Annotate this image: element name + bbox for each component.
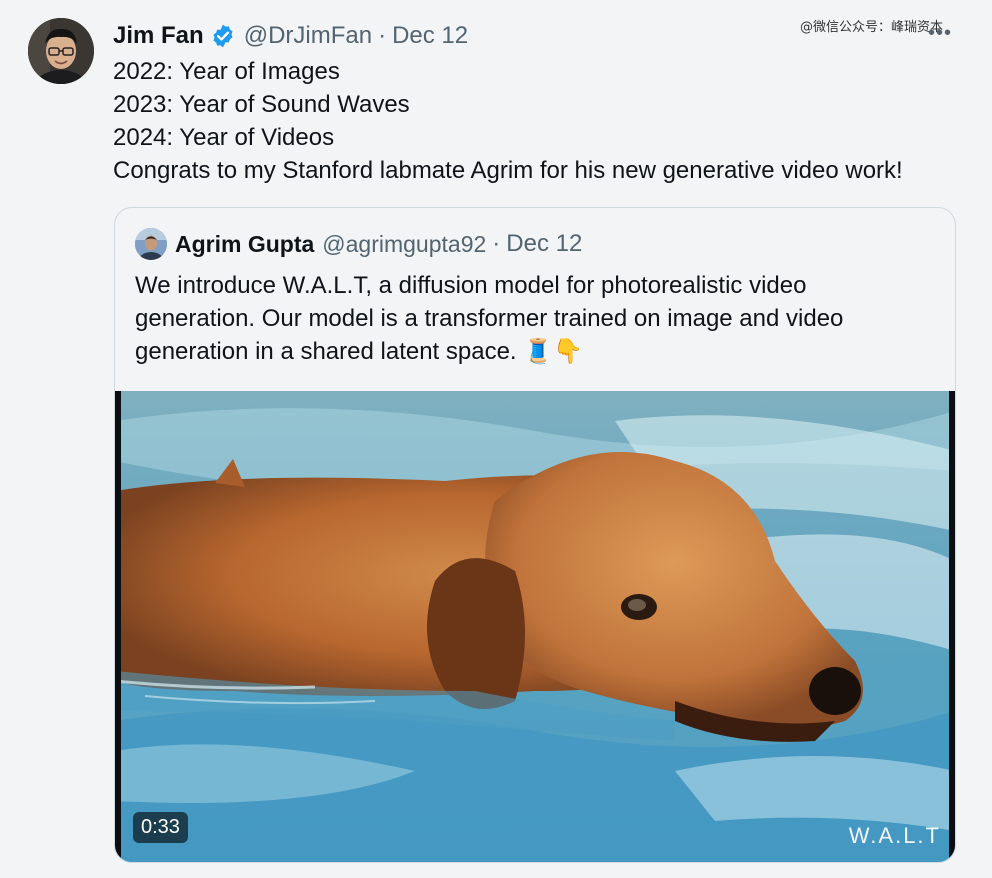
tweet-line: 2024: Year of Videos <box>113 124 335 151</box>
separator-dot: · <box>492 230 501 257</box>
tweet-text: 2022: Year of Images 2023: Year of Sound… <box>113 55 973 187</box>
author-avatar[interactable] <box>28 18 94 84</box>
watermark: @微信公众号：峰瑞资本 <box>800 20 944 35</box>
quoted-text-line: generation. Our model is a transformer t… <box>135 305 844 332</box>
avatar-photo <box>28 18 94 84</box>
quoted-tweet-date[interactable]: Dec 12 <box>506 230 582 258</box>
video-duration-badge: 0:33 <box>133 812 188 843</box>
quoted-author-handle[interactable]: @agrimgupta92 <box>322 231 486 258</box>
video-thumbnail <box>115 391 955 862</box>
quoted-author-name[interactable]: Agrim Gupta <box>175 231 314 258</box>
tweet-header: Jim Fan @DrJimFan · Dec 12 <box>113 20 468 52</box>
quoted-tweet-text: We introduce W.A.L.T, a diffusion model … <box>135 269 935 368</box>
tweet-card[interactable]: Jim Fan @DrJimFan · Dec 12 @微信公众号：峰瑞资本 •… <box>0 0 992 878</box>
verified-badge-icon <box>210 23 236 49</box>
author-name[interactable]: Jim Fan <box>113 22 204 50</box>
tweet-line: Congrats to my Stanford labmate Agrim fo… <box>113 157 903 184</box>
quoted-tweet-header: Agrim Gupta @agrimgupta92 · Dec 12 <box>135 228 582 260</box>
separator-dot: · <box>378 22 387 49</box>
quoted-text-line: We introduce W.A.L.T, a diffusion model … <box>135 272 807 299</box>
tweet-line: 2022: Year of Images <box>113 58 340 85</box>
quoted-text-line: generation in a shared latent space. 🧵👇 <box>135 338 584 365</box>
quoted-author-avatar[interactable] <box>135 228 167 260</box>
author-handle[interactable]: @DrJimFan <box>244 22 372 50</box>
tweet-line: 2023: Year of Sound Waves <box>113 91 410 118</box>
quoted-avatar-photo <box>135 228 167 260</box>
video-overlay-label: W.A.L.T <box>848 823 941 848</box>
video-player[interactable]: 0:33 W.A.L.T <box>115 391 955 862</box>
tweet-date[interactable]: Dec 12 <box>392 22 468 50</box>
more-options-icon[interactable]: ••• <box>928 22 952 45</box>
quoted-tweet[interactable]: Agrim Gupta @agrimgupta92 · Dec 12 We in… <box>114 207 956 863</box>
